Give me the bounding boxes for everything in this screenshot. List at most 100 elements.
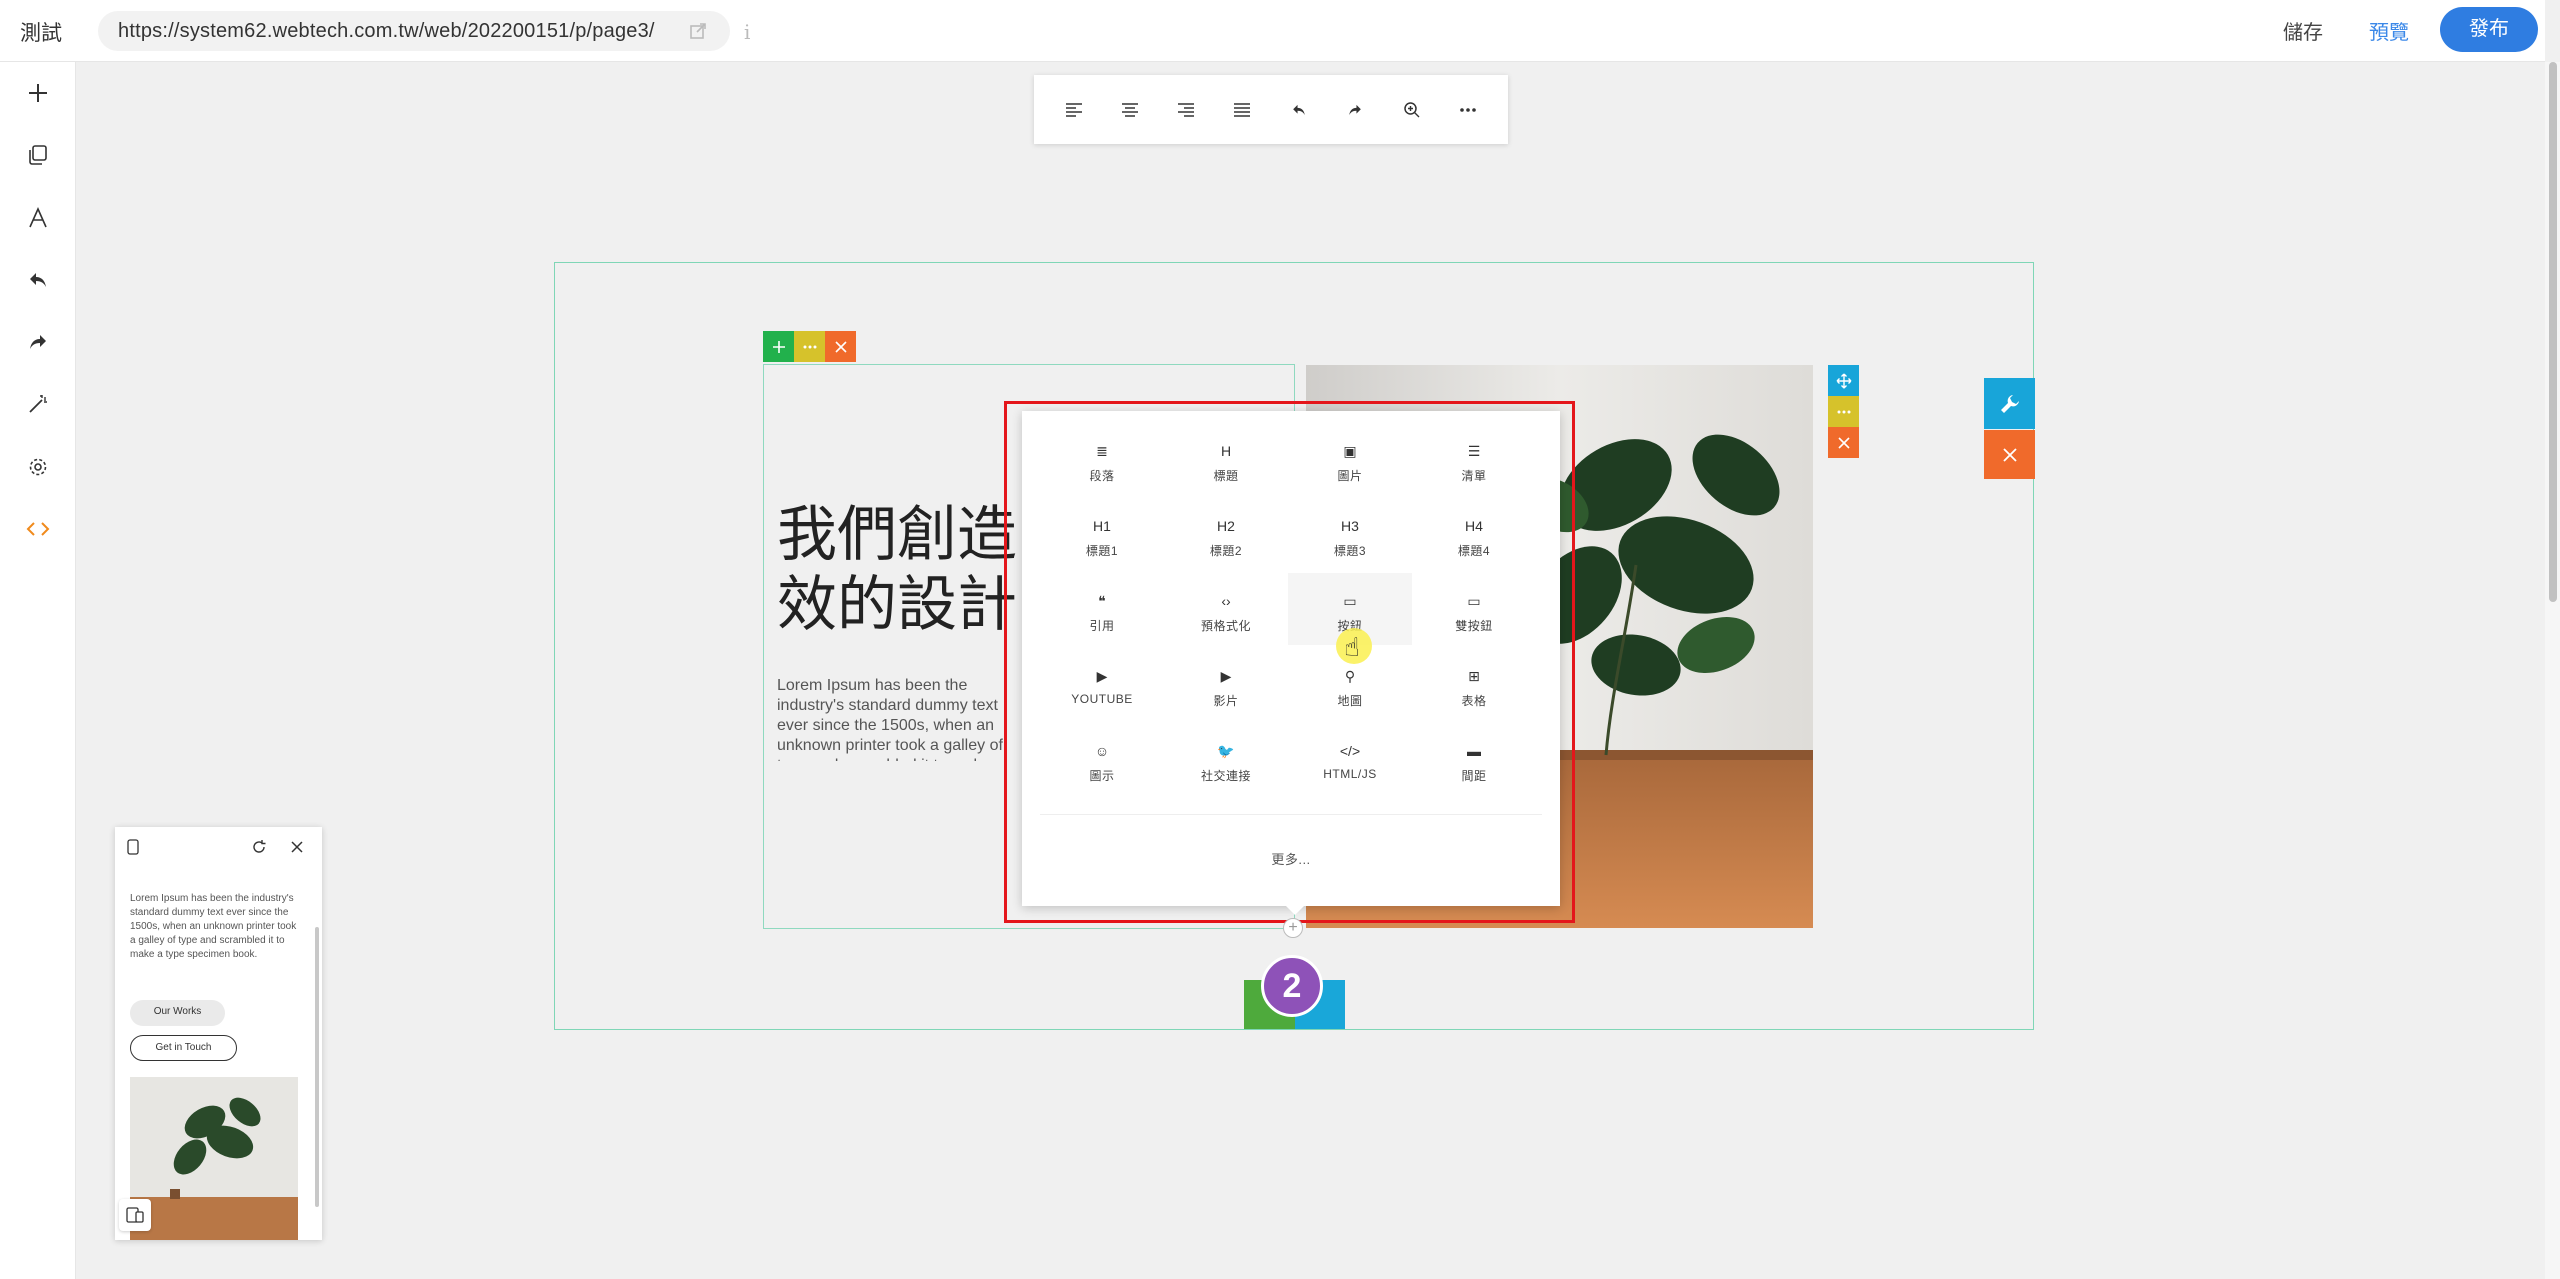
hand-cursor-icon: ☝ (1344, 632, 1360, 662)
align-center-icon[interactable] (1117, 97, 1143, 123)
zoom-icon[interactable] (1399, 97, 1425, 123)
undo-icon[interactable] (20, 262, 56, 298)
mobile-body-text: Lorem Ipsum has been the industry's stan… (130, 893, 297, 960)
more-icon[interactable] (1455, 97, 1481, 123)
device-switch-icon[interactable] (119, 1199, 151, 1231)
redo-icon[interactable] (1342, 97, 1368, 123)
block-option-label: 雙按鈕 (1455, 619, 1493, 633)
gear-icon[interactable] (20, 449, 56, 485)
picker-arrow (1286, 906, 1304, 915)
top-bar: 測試 https://system62.webtech.com.tw/web/2… (0, 0, 2545, 62)
block-option-label: 引用 (1089, 619, 1115, 633)
close-icon[interactable] (290, 840, 304, 859)
block-option[interactable]: ‹› 預格式化 (1164, 573, 1288, 645)
block-option-icon: H2 (1217, 518, 1235, 534)
block-option-label: 影片 (1213, 694, 1239, 708)
phone-icon[interactable] (127, 839, 139, 860)
block-option[interactable]: </> HTML/JS (1288, 723, 1412, 795)
wrench-icon[interactable] (1984, 378, 2035, 429)
picker-divider (1040, 814, 1542, 815)
pages-icon[interactable] (20, 137, 56, 173)
save-button[interactable]: 儲存 (2283, 16, 2323, 45)
redo-icon[interactable] (20, 324, 56, 360)
info-icon[interactable]: i (744, 20, 750, 44)
preview-button[interactable]: 預覽 (2369, 16, 2409, 45)
align-right-icon[interactable] (1173, 97, 1199, 123)
magic-wand-icon[interactable] (20, 386, 56, 422)
url-box[interactable]: https://system62.webtech.com.tw/web/2022… (98, 11, 730, 51)
mobile-preview: Lorem Ipsum has been the industry's stan… (115, 827, 322, 1240)
typography-icon[interactable] (20, 200, 56, 236)
block-option-label: 標題2 (1209, 544, 1243, 558)
block-option-icon: ▭ (1343, 592, 1357, 609)
align-justify-icon[interactable] (1229, 97, 1255, 123)
page-scrollbar[interactable] (2545, 62, 2560, 1279)
block-option[interactable]: H4 標題4 (1412, 498, 1536, 570)
align-left-icon[interactable] (1061, 97, 1087, 123)
block-option-label: 預格式化 (1200, 619, 1251, 633)
move-icon[interactable] (1828, 365, 1859, 396)
block-option-icon: 🐦 (1217, 742, 1235, 759)
get-in-touch-button[interactable]: Get in Touch (130, 1035, 237, 1061)
block-option[interactable]: ☺ 圖示 (1040, 723, 1164, 795)
hero-body[interactable]: Lorem Ipsum has been the industry's stan… (777, 676, 1027, 761)
block-option-icon: ▣ (1343, 442, 1357, 459)
publish-button[interactable]: 發布 (2440, 7, 2538, 52)
block-option[interactable]: ❝ 引用 (1040, 573, 1164, 645)
mobile-header (115, 827, 322, 867)
left-sidebar (0, 62, 76, 1279)
block-option-label: 表格 (1461, 694, 1487, 708)
block-option[interactable]: H3 標題3 (1288, 498, 1412, 570)
block-option-icon: ▶ (1096, 667, 1108, 684)
external-link-icon[interactable] (688, 21, 708, 41)
block-picker: ≣ 段落 H 標題 ▣ 圖片 ☰ 清單 H1 標題1 H2 標題2 H3 標題3 H4 標題4 ❝ 引用 ‹› 預格式… (1022, 411, 1560, 906)
scrollbar-thumb[interactable] (2549, 62, 2557, 602)
block-option-label: 圖片 (1337, 469, 1363, 483)
add-block-icon[interactable] (763, 331, 794, 362)
block-option[interactable]: ▶ YOUTUBE (1040, 648, 1164, 720)
block-option[interactable]: ▣ 圖片 (1288, 423, 1412, 495)
block-option[interactable]: ▶ 影片 (1164, 648, 1288, 720)
block-option-icon: ⚲ (1344, 667, 1356, 684)
block-option[interactable]: ▭ 雙按鈕 (1412, 573, 1536, 645)
mobile-scrollbar[interactable] (315, 927, 319, 1207)
our-works-button[interactable]: Our Works (130, 1000, 225, 1026)
block-option-label: 間距 (1461, 769, 1487, 783)
block-option-label: HTML/JS (1323, 767, 1377, 781)
block-option-icon: H (1220, 443, 1232, 459)
mobile-plant-image (130, 1077, 298, 1240)
block-option[interactable]: H 標題 (1164, 423, 1288, 495)
add-row-icon[interactable]: + (1283, 918, 1303, 938)
format-toolbar (1034, 75, 1508, 144)
block-option-icon: H1 (1093, 518, 1111, 534)
more-blocks-link[interactable]: 更多... (1022, 849, 1560, 868)
remove-column-icon[interactable] (825, 331, 856, 362)
block-option[interactable]: ☰ 清單 (1412, 423, 1536, 495)
block-option-icon: H4 (1465, 518, 1483, 534)
remove-section-icon[interactable] (1984, 430, 2035, 479)
block-option[interactable]: ⊞ 表格 (1412, 648, 1536, 720)
undo-icon[interactable] (1286, 97, 1312, 123)
block-option-label: 段落 (1089, 469, 1115, 483)
block-option[interactable]: ≣ 段落 (1040, 423, 1164, 495)
block-option-label: 清單 (1461, 469, 1487, 483)
plus-icon[interactable] (20, 75, 56, 111)
remove-row-icon[interactable] (1828, 427, 1859, 458)
block-option[interactable]: H2 標題2 (1164, 498, 1288, 570)
block-option[interactable]: H1 標題1 (1040, 498, 1164, 570)
block-option[interactable]: ▬ 間距 (1412, 723, 1536, 795)
code-icon[interactable] (20, 511, 56, 547)
row-more-icon[interactable] (1828, 396, 1859, 427)
column-more-icon[interactable] (794, 331, 825, 362)
block-option-label: 標題1 (1085, 544, 1119, 558)
block-option-icon: ▬ (1467, 743, 1481, 759)
site-name[interactable]: 測試 (20, 17, 62, 47)
block-option-icon: ≣ (1096, 442, 1108, 459)
block-option[interactable]: 🐦 社交連接 (1164, 723, 1288, 795)
block-option-icon: ▶ (1220, 667, 1232, 684)
block-option-icon: ⊞ (1468, 667, 1480, 684)
refresh-icon[interactable] (251, 839, 267, 860)
block-option-icon: H3 (1341, 518, 1359, 534)
block-option-icon: </> (1339, 743, 1361, 759)
hero-title[interactable]: 我們創造 效的設計 (777, 500, 1027, 640)
